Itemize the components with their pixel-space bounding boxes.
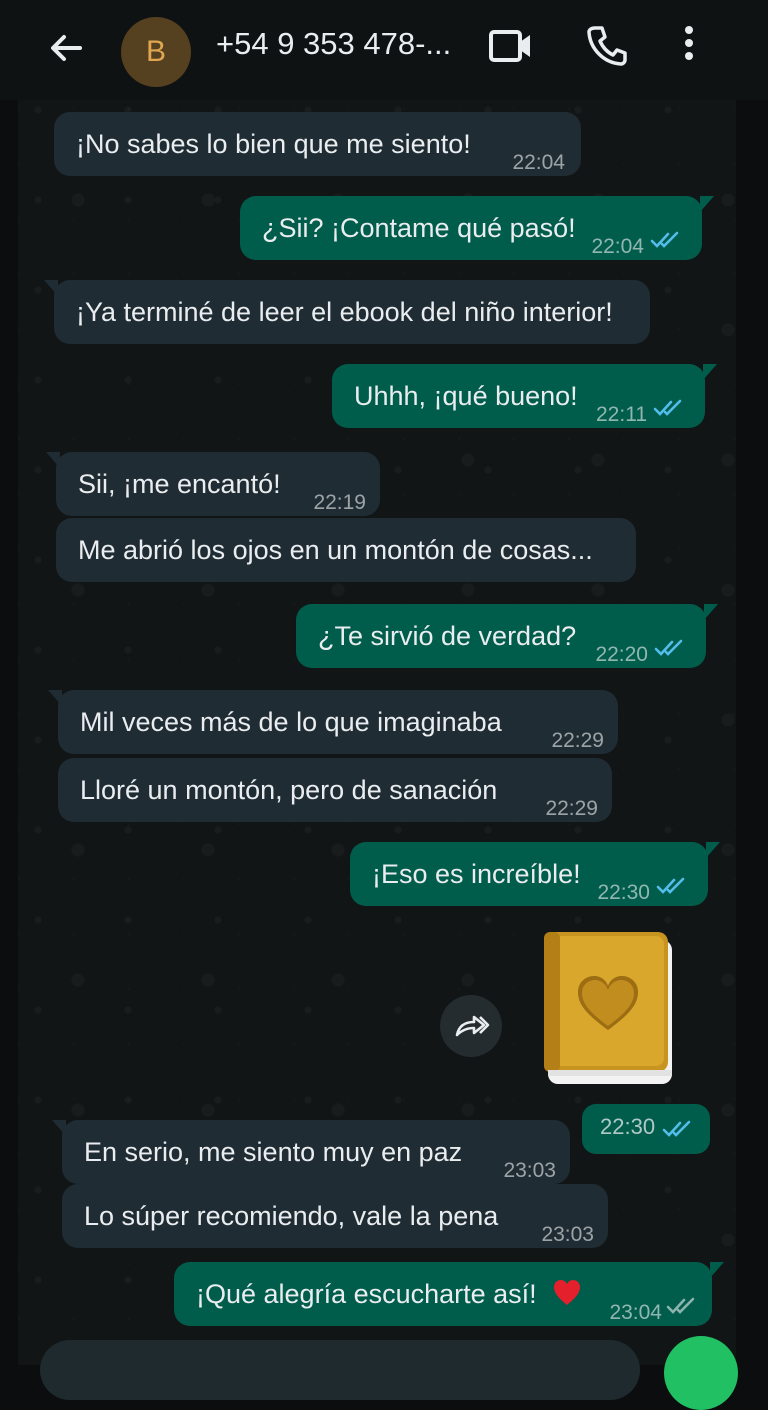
red-heart-emoji: [554, 1279, 581, 1305]
arrow-left-icon[interactable]: [46, 28, 86, 68]
message-outgoing[interactable]: ¡Qué alegría escucharte así! 23:04: [174, 1262, 724, 1326]
read-ticks-icon: [662, 1120, 691, 1137]
forward-icon: [455, 1015, 490, 1037]
message-text: ¿Te sirvió de verdad?: [318, 621, 577, 651]
message-time: 23:03: [541, 1223, 594, 1246]
message-time: 22:29: [545, 797, 598, 820]
message-outgoing[interactable]: ¿Sii? ¡Contame qué pasó! 22:04: [240, 196, 714, 260]
message-outgoing[interactable]: ¡Eso es increíble! 22:30: [350, 842, 720, 906]
message-text: ¡Ya terminé de leer el ebook del niño in…: [76, 297, 613, 327]
message-text: ¿Sii? ¡Contame qué pasó!: [262, 213, 576, 243]
message-time: 22:19: [313, 491, 366, 514]
message-text: En serio, me siento muy en paz: [84, 1137, 463, 1167]
message-incoming[interactable]: Me abrió los ojos en un montón de cosas.…: [56, 518, 636, 582]
message-text: Mil veces más de lo que imaginaba: [80, 707, 502, 737]
message-time: 22:30: [600, 1114, 656, 1139]
message-incoming[interactable]: Lloré un montón, pero de sanación 22:29: [58, 758, 612, 822]
message-time: 22:29: [551, 729, 604, 752]
message-incoming[interactable]: Lo súper recomiendo, vale la pena 23:03: [62, 1184, 608, 1248]
message-time: 22:11: [596, 403, 647, 426]
golden-book-heart-sticker[interactable]: [540, 930, 676, 1086]
read-ticks-icon: [653, 399, 682, 416]
read-ticks-icon: [654, 639, 683, 656]
message-incoming[interactable]: ¡No sabes lo bien que me siento! 22:04: [54, 112, 581, 176]
message-text: Lloré un montón, pero de sanación: [80, 775, 498, 805]
read-ticks-icon: [656, 877, 685, 894]
phone-icon[interactable]: [586, 24, 628, 66]
message-incoming[interactable]: Sii, ¡me encantó! 22:19: [46, 452, 380, 516]
contact-name[interactable]: +54 9 353 478-...: [216, 26, 451, 62]
message-time: 22:04: [591, 235, 644, 258]
message-time: 23:04: [609, 1301, 662, 1324]
message-text: Lo súper recomiendo, vale la pena: [84, 1201, 499, 1231]
send-button[interactable]: [664, 1336, 738, 1410]
video-camera-icon[interactable]: [488, 28, 534, 64]
delivered-ticks-icon: [666, 1297, 695, 1314]
read-ticks-icon: [650, 231, 679, 248]
message-text: ¡Eso es increíble!: [372, 859, 581, 889]
message-text: Uhhh, ¡qué bueno!: [354, 381, 578, 411]
message-incoming[interactable]: En serio, me siento muy en paz 23:03: [52, 1120, 570, 1184]
message-time: 23:03: [503, 1159, 556, 1182]
message-incoming[interactable]: ¡Ya terminé de leer el ebook del niño in…: [44, 280, 650, 344]
message-outgoing[interactable]: Uhhh, ¡qué bueno! 22:11: [332, 364, 717, 428]
message-text: ¡No sabes lo bien que me siento!: [76, 129, 471, 159]
forward-button[interactable]: [440, 995, 502, 1057]
sticker-timestamp: 22:30: [582, 1104, 710, 1154]
message-time: 22:20: [595, 643, 648, 666]
message-outgoing[interactable]: ¿Te sirvió de verdad? 22:20: [296, 604, 718, 668]
more-vertical-icon[interactable]: [680, 24, 698, 64]
message-text: Me abrió los ojos en un montón de cosas.…: [78, 535, 593, 565]
message-text: Sii, ¡me encantó!: [78, 469, 281, 499]
message-incoming[interactable]: Mil veces más de lo que imaginaba 22:29: [48, 690, 618, 754]
message-time: 22:30: [597, 881, 650, 904]
avatar[interactable]: B: [121, 17, 191, 87]
chat-header: B +54 9 353 478-...: [0, 0, 768, 100]
message-input-partial[interactable]: [40, 1340, 640, 1400]
message-time: 22:04: [512, 151, 565, 174]
message-text: ¡Qué alegría escucharte así!: [196, 1279, 537, 1309]
